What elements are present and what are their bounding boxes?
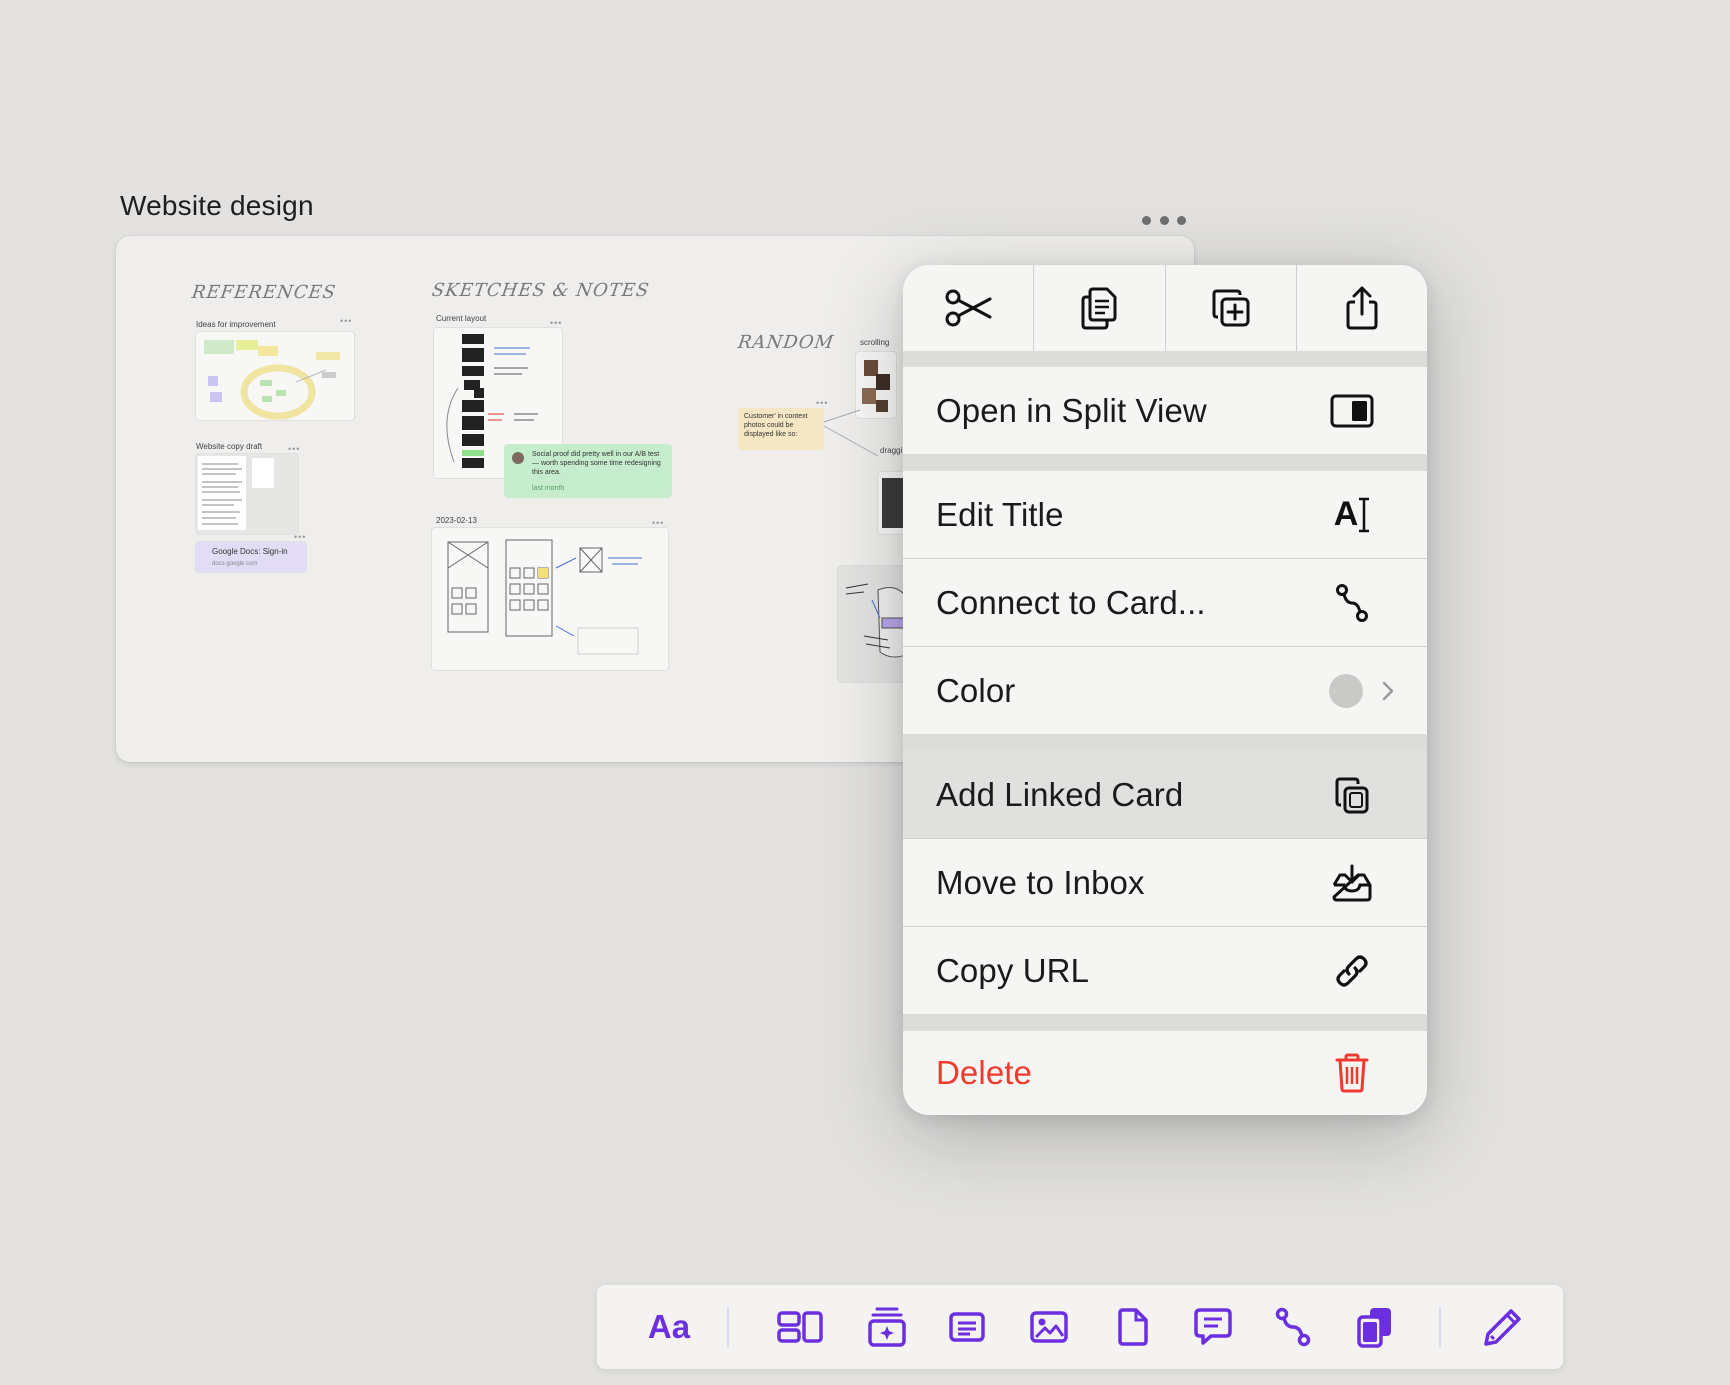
copy-button[interactable] [1034,265,1166,351]
connect-tool-button[interactable] [1271,1305,1315,1349]
chevron-right-icon [1382,681,1394,700]
menu-quick-actions [903,265,1427,351]
duplicate-button[interactable] [1166,265,1297,351]
split-view-icon [1329,388,1375,434]
current-color-swatch [1329,673,1363,708]
bottom-toolbar: Aa [597,1285,1563,1369]
doc-lines [202,463,242,525]
ideas-label: Ideas for improvement [196,320,276,329]
board-tool-button[interactable] [775,1305,825,1349]
copy-draft-more-icon: ••• [288,444,301,454]
current-layout-label: Current layout [436,314,487,323]
gdocs-link-card: Google Docs: Sign-in docs.google.com [196,542,306,572]
board-icon [777,1311,823,1343]
gdocs-more-icon: ••• [294,532,307,542]
menu-item-split-view[interactable]: Open in Split View [903,367,1427,454]
document-tool-button[interactable] [1111,1305,1155,1349]
image-tool-button[interactable] [1027,1305,1071,1349]
text-cursor-glyph: A [1333,495,1359,533]
copy-icon [1081,287,1117,330]
card-title[interactable]: Website design [120,190,314,222]
document-icon [1118,1308,1148,1346]
customer-photos-note: Customer' in context photos could be dis… [738,408,824,450]
scrolling-label: scrolling [860,338,890,347]
copy-url-label: Copy URL [936,951,1090,989]
linked-cards-icon [1357,1308,1391,1348]
connect-icon [1275,1307,1311,1347]
ideas-more-icon: ••• [340,316,353,326]
text-tool-button[interactable]: Aa [639,1305,699,1349]
connect-icon [1329,580,1375,626]
layout-more-icon: ••• [550,318,563,328]
dragging-label: draggi [880,446,903,455]
move-inbox-label: Move to Inbox [936,863,1145,901]
menu-item-delete[interactable]: Delete [903,1031,1427,1115]
wireframe-more-icon: ••• [652,518,665,528]
new-card-button[interactable] [865,1305,909,1349]
trash-icon [1329,1050,1375,1096]
linked-card-icon [1329,772,1375,818]
pen-icon [1484,1309,1521,1346]
inbox-icon [1329,860,1375,906]
note-icon [949,1312,985,1342]
edit-title-label: Edit Title [936,495,1064,533]
duplicate-icon [1212,289,1250,327]
link-icon [1329,948,1375,994]
share-button[interactable] [1297,265,1427,351]
wireframe-card [432,528,668,670]
connect-label: Connect to Card... [936,583,1206,621]
date-label: 2023-02-13 [436,516,477,525]
color-indicator [1329,673,1395,708]
menu-item-move-inbox[interactable]: Move to Inbox [903,839,1427,926]
menu-item-copy-url[interactable]: Copy URL [903,927,1427,1014]
social-proof-text: Social proof did pretty well in our A/B … [532,451,661,476]
random-connectors [823,409,879,457]
menu-item-edit-title[interactable]: Edit Title A [903,471,1427,558]
color-label: Color [936,671,1016,709]
text-cursor-icon: A [1329,492,1375,538]
linked-cards-button[interactable] [1353,1305,1397,1349]
menu-item-add-linked-card[interactable]: Add Linked Card [903,751,1427,838]
note-tool-button[interactable] [945,1305,989,1349]
new-card-icon [868,1307,906,1347]
pen-tool-button[interactable] [1481,1305,1525,1349]
ideas-card [196,332,354,420]
menu-item-connect[interactable]: Connect to Card... [903,559,1427,646]
section-heading-sketches: Sketches & Notes [430,280,651,301]
image-icon [1030,1311,1068,1343]
add-linked-label: Add Linked Card [936,775,1184,813]
section-heading-references: References [190,282,338,303]
delete-label: Delete [936,1054,1032,1091]
toolbar-separator [727,1307,729,1347]
customer-photos-text: Customer' in context photos could be dis… [744,413,808,438]
gdocs-title: Google Docs: Sign-in [212,547,288,556]
split-view-label: Open in Split View [936,391,1207,429]
copy-draft-label: Website copy draft [196,442,263,451]
social-proof-time: last month [532,485,565,492]
menu-item-color[interactable]: Color [903,647,1427,734]
text-icon: Aa [647,1308,691,1345]
comment-icon [1194,1308,1232,1345]
card-more-options-icon[interactable] [1142,208,1186,232]
toolbar-separator [1439,1307,1441,1347]
ideas-diagram [204,340,340,420]
copy-draft-card [196,454,298,534]
comment-tool-button[interactable] [1191,1305,1235,1349]
section-heading-random: Random [736,332,836,353]
context-menu: Open in Split View Edit Title A Connect … [903,265,1427,1115]
cut-button[interactable] [903,265,1035,351]
social-proof-note: Social proof did pretty well in our A/B … [504,444,672,498]
share-icon [1346,286,1378,330]
wireframe-sketch [447,539,642,655]
scissors-icon [945,289,992,327]
gdocs-url: docs.google.com [212,561,258,567]
